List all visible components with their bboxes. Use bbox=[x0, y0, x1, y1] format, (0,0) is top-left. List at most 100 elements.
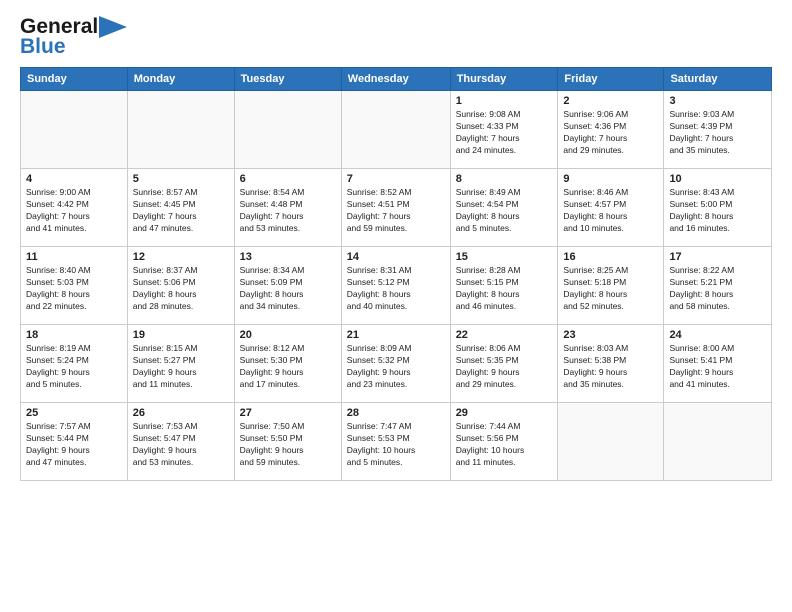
day-number: 15 bbox=[456, 251, 553, 263]
calendar-cell: 22 Sunrise: 8:06 AM Sunset: 5:35 PM Dayli… bbox=[450, 325, 558, 403]
col-header-thursday: Thursday bbox=[450, 68, 558, 91]
col-header-wednesday: Wednesday bbox=[341, 68, 450, 91]
day-number: 28 bbox=[347, 407, 445, 419]
day-number: 1 bbox=[456, 95, 553, 107]
col-header-tuesday: Tuesday bbox=[234, 68, 341, 91]
day-number: 7 bbox=[347, 173, 445, 185]
calendar-cell bbox=[234, 91, 341, 169]
day-number: 29 bbox=[456, 407, 553, 419]
day-info: Sunrise: 9:03 AM Sunset: 4:39 PM Dayligh… bbox=[669, 109, 766, 157]
col-header-monday: Monday bbox=[127, 68, 234, 91]
day-number: 16 bbox=[563, 251, 658, 263]
calendar-cell: 20 Sunrise: 8:12 AM Sunset: 5:30 PM Dayli… bbox=[234, 325, 341, 403]
day-number: 24 bbox=[669, 329, 766, 341]
day-number: 5 bbox=[133, 173, 229, 185]
day-number: 26 bbox=[133, 407, 229, 419]
day-number: 2 bbox=[563, 95, 658, 107]
calendar-cell bbox=[21, 91, 128, 169]
logo-arrow-icon bbox=[99, 16, 127, 38]
day-number: 9 bbox=[563, 173, 658, 185]
calendar-cell: 17 Sunrise: 8:22 AM Sunset: 5:21 PM Dayli… bbox=[664, 247, 772, 325]
day-number: 19 bbox=[133, 329, 229, 341]
day-number: 18 bbox=[26, 329, 122, 341]
calendar-cell: 13Sunrise: 8:34 AM Sunset: 5:09 PM Dayli… bbox=[234, 247, 341, 325]
day-number: 21 bbox=[347, 329, 445, 341]
calendar-cell: 15Sunrise: 8:28 AM Sunset: 5:15 PM Dayli… bbox=[450, 247, 558, 325]
calendar-cell bbox=[558, 403, 664, 481]
day-number: 20 bbox=[240, 329, 336, 341]
day-info: Sunrise: 8:19 AM Sunset: 5:24 PM Dayligh… bbox=[26, 343, 122, 391]
calendar-cell: 19 Sunrise: 8:15 AM Sunset: 5:27 PM Dayli… bbox=[127, 325, 234, 403]
calendar-cell: 11 Sunrise: 8:40 AM Sunset: 5:03 PM Dayli… bbox=[21, 247, 128, 325]
day-info: Sunrise: 9:00 AM Sunset: 4:42 PM Dayligh… bbox=[26, 187, 122, 235]
logo: General Blue bbox=[20, 15, 127, 59]
calendar-week-2: 4 Sunrise: 9:00 AM Sunset: 4:42 PM Daylig… bbox=[21, 169, 772, 247]
calendar-cell: 2Sunrise: 9:06 AM Sunset: 4:36 PM Daylig… bbox=[558, 91, 664, 169]
day-info: Sunrise: 8:46 AM Sunset: 4:57 PM Dayligh… bbox=[563, 187, 658, 235]
calendar-cell: 25Sunrise: 7:57 AM Sunset: 5:44 PM Dayli… bbox=[21, 403, 128, 481]
day-number: 11 bbox=[26, 251, 122, 263]
logo-blue: Blue bbox=[20, 35, 66, 59]
day-number: 10 bbox=[669, 173, 766, 185]
calendar-cell: 1 Sunrise: 9:08 AM Sunset: 4:33 PM Daylig… bbox=[450, 91, 558, 169]
day-info: Sunrise: 8:22 AM Sunset: 5:21 PM Dayligh… bbox=[669, 265, 766, 313]
calendar-cell: 28 Sunrise: 7:47 AM Sunset: 5:53 PM Dayli… bbox=[341, 403, 450, 481]
day-info: Sunrise: 8:06 AM Sunset: 5:35 PM Dayligh… bbox=[456, 343, 553, 391]
day-info: Sunrise: 7:57 AM Sunset: 5:44 PM Dayligh… bbox=[26, 421, 122, 469]
day-number: 6 bbox=[240, 173, 336, 185]
page-header: General Blue bbox=[20, 15, 772, 59]
day-number: 3 bbox=[669, 95, 766, 107]
calendar-cell: 10Sunrise: 8:43 AM Sunset: 5:00 PM Dayli… bbox=[664, 169, 772, 247]
day-info: Sunrise: 8:34 AM Sunset: 5:09 PM Dayligh… bbox=[240, 265, 336, 313]
calendar-week-5: 25Sunrise: 7:57 AM Sunset: 5:44 PM Dayli… bbox=[21, 403, 772, 481]
day-info: Sunrise: 8:15 AM Sunset: 5:27 PM Dayligh… bbox=[133, 343, 229, 391]
day-info: Sunrise: 7:50 AM Sunset: 5:50 PM Dayligh… bbox=[240, 421, 336, 469]
calendar-cell bbox=[341, 91, 450, 169]
col-header-sunday: Sunday bbox=[21, 68, 128, 91]
day-info: Sunrise: 8:09 AM Sunset: 5:32 PM Dayligh… bbox=[347, 343, 445, 391]
day-number: 4 bbox=[26, 173, 122, 185]
day-info: Sunrise: 8:25 AM Sunset: 5:18 PM Dayligh… bbox=[563, 265, 658, 313]
calendar-cell: 3 Sunrise: 9:03 AM Sunset: 4:39 PM Daylig… bbox=[664, 91, 772, 169]
day-info: Sunrise: 8:37 AM Sunset: 5:06 PM Dayligh… bbox=[133, 265, 229, 313]
day-info: Sunrise: 8:52 AM Sunset: 4:51 PM Dayligh… bbox=[347, 187, 445, 235]
day-info: Sunrise: 7:47 AM Sunset: 5:53 PM Dayligh… bbox=[347, 421, 445, 469]
day-info: Sunrise: 8:03 AM Sunset: 5:38 PM Dayligh… bbox=[563, 343, 658, 391]
day-number: 8 bbox=[456, 173, 553, 185]
day-number: 27 bbox=[240, 407, 336, 419]
calendar-cell: 18 Sunrise: 8:19 AM Sunset: 5:24 PM Dayli… bbox=[21, 325, 128, 403]
calendar-cell bbox=[127, 91, 234, 169]
calendar-cell: 26 Sunrise: 7:53 AM Sunset: 5:47 PM Dayli… bbox=[127, 403, 234, 481]
calendar-table: SundayMondayTuesdayWednesdayThursdayFrid… bbox=[20, 67, 772, 481]
day-info: Sunrise: 8:57 AM Sunset: 4:45 PM Dayligh… bbox=[133, 187, 229, 235]
calendar-cell: 24 Sunrise: 8:00 AM Sunset: 5:41 PM Dayli… bbox=[664, 325, 772, 403]
col-header-saturday: Saturday bbox=[664, 68, 772, 91]
calendar-cell: 8Sunrise: 8:49 AM Sunset: 4:54 PM Daylig… bbox=[450, 169, 558, 247]
day-info: Sunrise: 8:00 AM Sunset: 5:41 PM Dayligh… bbox=[669, 343, 766, 391]
calendar-cell: 14 Sunrise: 8:31 AM Sunset: 5:12 PM Dayli… bbox=[341, 247, 450, 325]
calendar-cell: 21 Sunrise: 8:09 AM Sunset: 5:32 PM Dayli… bbox=[341, 325, 450, 403]
calendar-cell: 5 Sunrise: 8:57 AM Sunset: 4:45 PM Daylig… bbox=[127, 169, 234, 247]
day-number: 22 bbox=[456, 329, 553, 341]
day-number: 17 bbox=[669, 251, 766, 263]
day-number: 14 bbox=[347, 251, 445, 263]
day-info: Sunrise: 9:08 AM Sunset: 4:33 PM Dayligh… bbox=[456, 109, 553, 157]
calendar-cell bbox=[664, 403, 772, 481]
calendar-week-1: 1 Sunrise: 9:08 AM Sunset: 4:33 PM Daylig… bbox=[21, 91, 772, 169]
calendar-cell: 12 Sunrise: 8:37 AM Sunset: 5:06 PM Dayli… bbox=[127, 247, 234, 325]
day-number: 12 bbox=[133, 251, 229, 263]
col-header-friday: Friday bbox=[558, 68, 664, 91]
day-info: Sunrise: 8:31 AM Sunset: 5:12 PM Dayligh… bbox=[347, 265, 445, 313]
calendar-cell: 29 Sunrise: 7:44 AM Sunset: 5:56 PM Dayli… bbox=[450, 403, 558, 481]
day-info: Sunrise: 7:53 AM Sunset: 5:47 PM Dayligh… bbox=[133, 421, 229, 469]
calendar-header-row: SundayMondayTuesdayWednesdayThursdayFrid… bbox=[21, 68, 772, 91]
calendar-cell: 9 Sunrise: 8:46 AM Sunset: 4:57 PM Daylig… bbox=[558, 169, 664, 247]
day-info: Sunrise: 8:40 AM Sunset: 5:03 PM Dayligh… bbox=[26, 265, 122, 313]
day-number: 23 bbox=[563, 329, 658, 341]
calendar-week-3: 11 Sunrise: 8:40 AM Sunset: 5:03 PM Dayli… bbox=[21, 247, 772, 325]
day-info: Sunrise: 7:44 AM Sunset: 5:56 PM Dayligh… bbox=[456, 421, 553, 469]
calendar-week-4: 18 Sunrise: 8:19 AM Sunset: 5:24 PM Dayli… bbox=[21, 325, 772, 403]
calendar-cell: 27 Sunrise: 7:50 AM Sunset: 5:50 PM Dayli… bbox=[234, 403, 341, 481]
day-info: Sunrise: 8:12 AM Sunset: 5:30 PM Dayligh… bbox=[240, 343, 336, 391]
calendar-cell: 6Sunrise: 8:54 AM Sunset: 4:48 PM Daylig… bbox=[234, 169, 341, 247]
